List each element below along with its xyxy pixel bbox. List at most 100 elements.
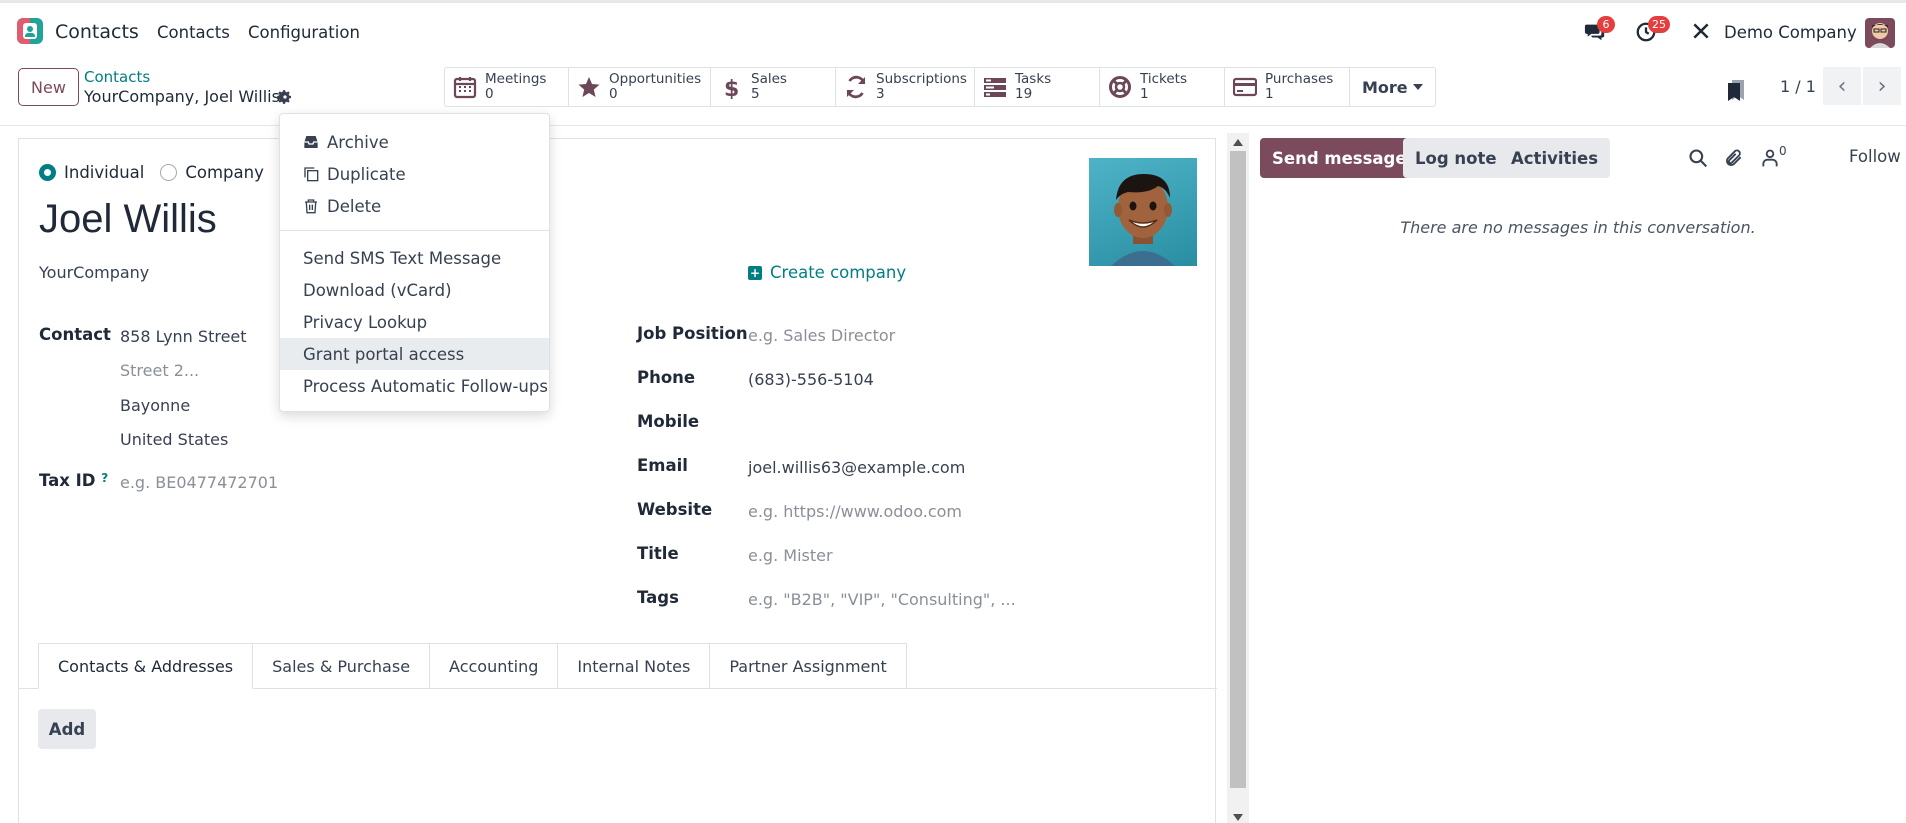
- new-button[interactable]: New: [18, 68, 79, 106]
- menu-item-process-follow-ups[interactable]: Process Automatic Follow-ups: [280, 370, 549, 402]
- company-field[interactable]: YourCompany: [39, 263, 149, 282]
- credit-card-icon: [1233, 77, 1257, 97]
- smart-button-subscriptions[interactable]: Subscriptions 3: [836, 68, 975, 106]
- email-field[interactable]: joel.willis63@example.com: [748, 458, 965, 477]
- smart-buttons: Meetings 0 Opportunities 0 $ Sales 5 Subscr…: [444, 67, 1436, 107]
- contact-name-field[interactable]: Joel Willis: [39, 197, 217, 242]
- menu-item-delete[interactable]: Delete: [280, 190, 549, 222]
- smart-button-opportunities[interactable]: Opportunities 0: [569, 68, 711, 106]
- debug-tools-button[interactable]: [1691, 21, 1715, 45]
- app-title[interactable]: Contacts: [55, 21, 139, 43]
- pager-value[interactable]: 1 / 1: [1780, 77, 1816, 96]
- nav-contacts[interactable]: Contacts: [157, 23, 230, 42]
- tax-id-label: Tax ID ?: [39, 471, 109, 490]
- search-icon[interactable]: [1688, 148, 1708, 168]
- messages-button[interactable]: 6: [1584, 16, 1615, 45]
- copy-icon: [304, 167, 319, 182]
- street-field[interactable]: 858 Lynn Street: [120, 327, 247, 346]
- scroll-down-arrow-icon[interactable]: [1233, 814, 1243, 821]
- empty-conversation-text: There are no messages in this conversati…: [1400, 218, 1756, 237]
- job-position-label: Job Position: [637, 324, 748, 343]
- activities-button[interactable]: Activities: [1499, 138, 1611, 178]
- country-field[interactable]: United States: [120, 430, 228, 449]
- mobile-label: Mobile: [637, 412, 700, 431]
- scroll-thumb[interactable]: [1230, 151, 1246, 788]
- chevron-right-icon: ›: [1877, 73, 1887, 99]
- tab-sales-purchase[interactable]: Sales & Purchase: [253, 643, 431, 689]
- company-switcher[interactable]: Demo Company: [1724, 23, 1857, 42]
- tax-id-field[interactable]: e.g. BE0477472701: [120, 473, 278, 492]
- svg-text:$: $: [724, 77, 739, 99]
- phone-field[interactable]: (683)-556-5104: [748, 370, 874, 389]
- company-type-radio: Individual Company: [39, 163, 280, 182]
- pager-previous[interactable]: ‹: [1823, 67, 1861, 105]
- create-company-button[interactable]: + Create company: [748, 263, 906, 282]
- bookmark-icon[interactable]: [1726, 79, 1746, 101]
- menu-item-send-sms[interactable]: Send SMS Text Message: [280, 242, 549, 274]
- followers-icon[interactable]: [1760, 148, 1780, 168]
- smart-button-sales[interactable]: $ Sales 5: [711, 68, 836, 106]
- dollar-icon: $: [724, 77, 739, 99]
- tab-accounting[interactable]: Accounting: [430, 643, 559, 689]
- contact-label: Contact: [39, 325, 111, 344]
- menu-divider: [280, 230, 549, 231]
- paperclip-icon[interactable]: [1724, 148, 1744, 168]
- more-smart-buttons[interactable]: More: [1350, 68, 1435, 106]
- mobile-field[interactable]: [748, 412, 1108, 434]
- tab-contacts-addresses[interactable]: Contacts & Addresses: [38, 643, 254, 689]
- archive-icon: [304, 136, 318, 148]
- street2-field[interactable]: Street 2...: [120, 361, 199, 380]
- menu-item-archive[interactable]: Archive: [280, 126, 549, 158]
- job-position-field[interactable]: e.g. Sales Director: [748, 326, 895, 345]
- menu-item-duplicate[interactable]: Duplicate: [280, 158, 549, 190]
- menu-item-download-vcard[interactable]: Download (vCard): [280, 274, 549, 306]
- contact-avatar[interactable]: [1089, 158, 1197, 266]
- website-field[interactable]: e.g. https://www.odoo.com: [748, 502, 962, 521]
- help-tooltip-icon[interactable]: ?: [101, 471, 108, 485]
- chatter-panel: Send message Log note Activities 0 Follo…: [1250, 126, 1906, 823]
- activities-badge: 25: [1648, 16, 1670, 33]
- contacts-app-icon[interactable]: [17, 18, 43, 44]
- title-field[interactable]: e.g. Mister: [748, 546, 833, 565]
- notebook-tabs: Contacts & Addresses Sales & Purchase Ac…: [38, 643, 907, 689]
- star-icon: [578, 77, 600, 97]
- city-field[interactable]: Bayonne: [120, 396, 190, 415]
- nav-configuration[interactable]: Configuration: [248, 23, 360, 42]
- form-scrollbar[interactable]: [1227, 133, 1249, 823]
- scroll-up-arrow-icon[interactable]: [1233, 139, 1243, 146]
- email-label: Email: [637, 456, 688, 475]
- smart-button-tickets[interactable]: Tickets 1: [1100, 68, 1225, 106]
- radio-individual[interactable]: [39, 164, 56, 181]
- follow-button[interactable]: Follow: [1849, 147, 1901, 166]
- tags-label: Tags: [637, 588, 679, 607]
- form-sheet: Individual Company Joel Willis YourCompa…: [18, 138, 1217, 823]
- chevron-left-icon: ‹: [1837, 73, 1847, 99]
- tab-internal-notes[interactable]: Internal Notes: [558, 643, 711, 689]
- gear-icon[interactable]: [277, 89, 293, 105]
- log-note-button[interactable]: Log note: [1403, 138, 1509, 178]
- add-contact-button[interactable]: Add: [38, 709, 96, 749]
- tasks-icon: [984, 78, 1006, 97]
- tab-partner-assignment[interactable]: Partner Assignment: [710, 643, 907, 689]
- top-navbar: Contacts Contacts Configuration 6 25 Dem…: [0, 0, 1906, 58]
- menu-item-privacy-lookup[interactable]: Privacy Lookup: [280, 306, 549, 338]
- activities-button[interactable]: 25: [1635, 16, 1670, 45]
- website-label: Website: [637, 500, 713, 519]
- send-message-button[interactable]: Send message: [1260, 138, 1419, 178]
- smart-button-tasks[interactable]: Tasks 19: [975, 68, 1100, 106]
- tags-field[interactable]: e.g. "B2B", "VIP", "Consulting", ...: [748, 590, 1016, 609]
- refresh-icon: [846, 75, 866, 99]
- lifebuoy-icon: [1109, 76, 1131, 98]
- smart-button-purchases[interactable]: Purchases 1: [1225, 68, 1350, 106]
- user-avatar[interactable]: [1865, 18, 1895, 48]
- pager-next[interactable]: ›: [1863, 67, 1901, 105]
- caret-down-icon: [1412, 84, 1423, 90]
- messages-badge: 6: [1597, 16, 1615, 33]
- breadcrumb-contacts[interactable]: Contacts: [84, 68, 150, 86]
- tools-icon: [1693, 23, 1709, 39]
- smart-button-meetings[interactable]: Meetings 0: [445, 68, 569, 106]
- phone-label: Phone: [637, 368, 696, 387]
- menu-item-grant-portal-access[interactable]: Grant portal access: [280, 338, 549, 370]
- radio-company[interactable]: [160, 164, 178, 181]
- calendar-icon: [453, 77, 477, 99]
